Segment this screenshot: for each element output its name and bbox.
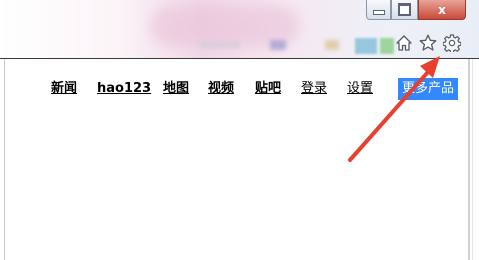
red-arrow-annotation	[348, 56, 440, 162]
